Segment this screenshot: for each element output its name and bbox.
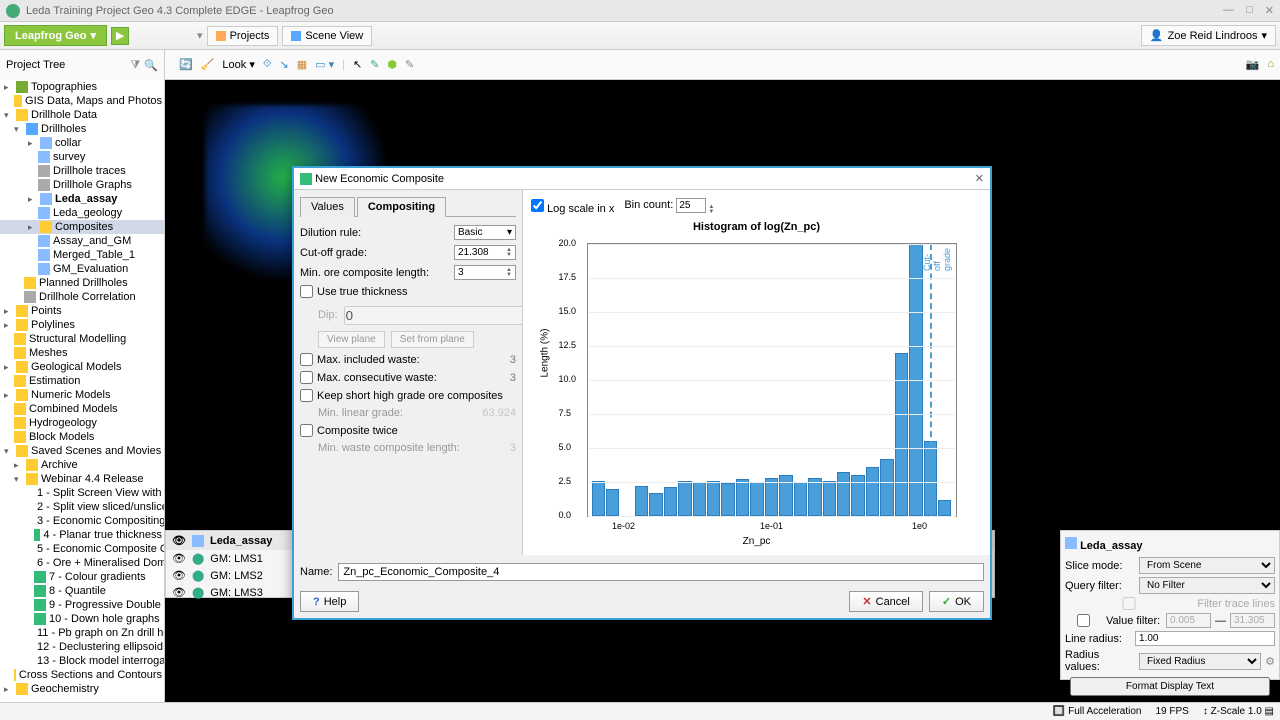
cutoff-grade-input[interactable]: 21.308▲▼ — [454, 245, 516, 260]
min-ore-length-input[interactable]: 3▲▼ — [454, 265, 516, 280]
composite-name-input[interactable] — [338, 563, 984, 581]
help-button[interactable]: ?Help — [300, 591, 359, 612]
top-toolbar: Leapfrog Geo▾ ▶ ▾ Projects Scene View 👤Z… — [0, 22, 1280, 50]
dialog-icon — [300, 173, 312, 185]
histogram-chart: Length (%) Cut-off grade Zn_pc 0.02.55.0… — [547, 237, 967, 547]
refresh-icon[interactable]: 🔄 — [179, 58, 193, 71]
bin-count-input[interactable] — [676, 198, 706, 213]
maximize-icon[interactable]: □ — [1246, 4, 1253, 17]
minlen-label: Min. ore composite length: — [300, 267, 454, 279]
name-label: Name: — [300, 566, 332, 578]
tab-scene-view[interactable]: Scene View — [282, 26, 372, 46]
set-from-plane-button: Set from plane — [391, 331, 474, 348]
dialog-close-icon[interactable]: ✕ — [975, 172, 984, 185]
use-true-thickness-check[interactable] — [300, 285, 313, 298]
window-title: Leda Training Project Geo 4.3 Complete E… — [26, 5, 334, 17]
tool-icon[interactable]: ▦ — [297, 58, 307, 71]
tool-icon[interactable]: ⟐ — [263, 58, 272, 71]
view-plane-button: View plane — [318, 331, 385, 348]
ok-button[interactable]: ✓OK — [929, 591, 984, 612]
query-filter-select[interactable]: No Filter — [1139, 577, 1275, 594]
play-button[interactable]: ▶ — [111, 27, 129, 45]
dilution-rule-select[interactable]: Basic▾ — [454, 225, 516, 240]
tree-header: Project Tree ⧩ 🔍 — [0, 50, 165, 80]
new-economic-composite-dialog: New Economic Composite ✕ Values Composit… — [292, 166, 992, 620]
radius-values-select[interactable]: Fixed Radius — [1139, 653, 1261, 670]
tab-projects[interactable]: Projects — [207, 26, 279, 46]
value-filter-check[interactable] — [1065, 614, 1102, 627]
cancel-button[interactable]: ✕Cancel — [849, 591, 922, 612]
pencil-icon[interactable]: ✎ — [370, 58, 379, 71]
close-icon[interactable]: ✕ — [1265, 4, 1274, 17]
slice-mode-select[interactable]: From Scene — [1139, 557, 1275, 574]
filter-trace-check — [1065, 597, 1193, 610]
dialog-title: New Economic Composite — [315, 173, 444, 185]
user-button[interactable]: 👤Zoe Reid Lindroos▾ — [1141, 25, 1276, 46]
tab-values[interactable]: Values — [300, 197, 355, 217]
tab-compositing[interactable]: Compositing — [357, 197, 446, 217]
window-titlebar: Leda Training Project Geo 4.3 Complete E… — [0, 0, 1280, 22]
minimize-icon[interactable]: — — [1223, 4, 1234, 17]
project-tree-title: Project Tree — [6, 59, 65, 71]
log-scale-check[interactable]: Log scale in x — [531, 199, 614, 215]
status-bar: 🔲 Full Acceleration 19 FPS ↕ Z-Scale 1.0… — [0, 702, 1280, 720]
tool-icon[interactable]: ↘ — [280, 58, 289, 71]
dialog-tabs: Values Compositing — [300, 196, 516, 217]
chart-title: Histogram of log(Zn_pc) — [531, 221, 982, 233]
tool-icon[interactable]: ✎ — [405, 58, 414, 71]
properties-panel: Leda_assay Slice mode:From Scene Query f… — [1060, 530, 1280, 680]
brand-button[interactable]: Leapfrog Geo▾ — [4, 25, 107, 46]
composite-twice-check[interactable] — [300, 424, 313, 437]
line-radius-input[interactable] — [1135, 631, 1275, 646]
status-zscale[interactable]: ↕ Z-Scale 1.0 ▤ — [1203, 706, 1274, 717]
project-tree[interactable]: ▸Topographies GIS Data, Maps and Photos … — [0, 80, 165, 702]
home-icon[interactable]: ⌂ — [1267, 58, 1274, 71]
filter-icon[interactable]: ⧩ — [130, 59, 140, 72]
dilution-label: Dilution rule: — [300, 227, 454, 239]
max-consecutive-waste-check[interactable] — [300, 371, 313, 384]
format-display-button[interactable]: Format Display Text — [1070, 677, 1270, 696]
tool-icon[interactable]: ⬢ — [387, 58, 397, 71]
status-accel: 🔲 Full Acceleration — [1053, 706, 1142, 717]
eye-icon[interactable]: 👁 — [172, 534, 186, 547]
camera-icon[interactable]: 📷 — [1246, 58, 1260, 71]
cutoff-label: Cut-off grade: — [300, 247, 454, 259]
cursor-icon[interactable]: ↖ — [353, 58, 362, 71]
search-icon[interactable]: 🔍 — [144, 59, 158, 72]
app-icon — [6, 4, 20, 18]
scene-toolbar: Project Tree ⧩🔍 🔄 🧹 Look ▾ ⟐ ↘ ▦ ▭ ▾ | ↖… — [0, 50, 1280, 80]
max-included-waste-check[interactable] — [300, 353, 313, 366]
user-icon: 👤 — [1150, 29, 1164, 42]
tool-icon[interactable]: ▭ ▾ — [315, 58, 334, 71]
status-fps: 19 FPS — [1155, 706, 1188, 717]
keep-short-high-grade-check[interactable] — [300, 389, 313, 402]
look-dropdown[interactable]: Look ▾ — [222, 58, 254, 71]
clear-icon[interactable]: 🧹 — [201, 58, 215, 71]
